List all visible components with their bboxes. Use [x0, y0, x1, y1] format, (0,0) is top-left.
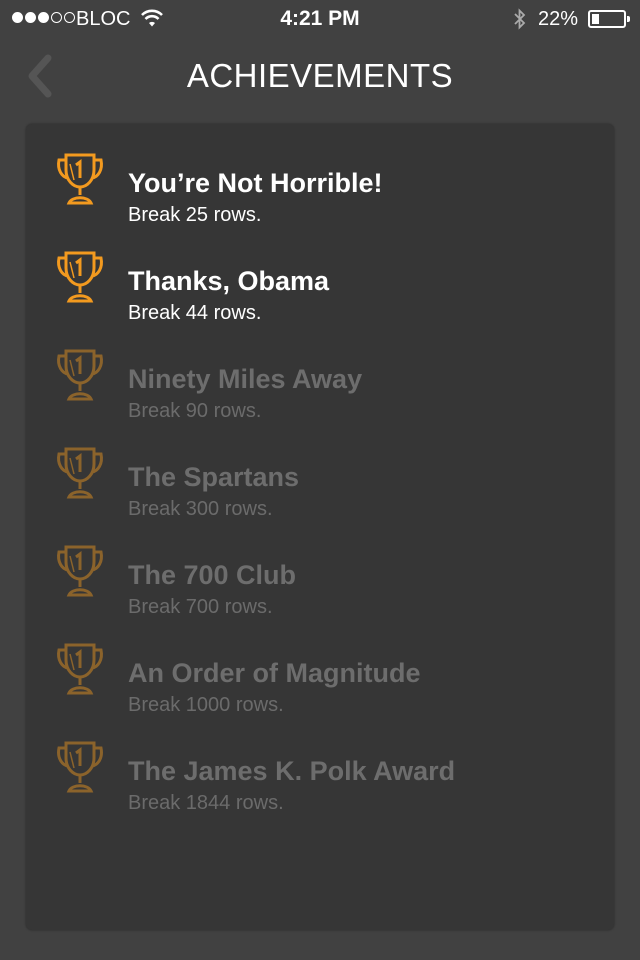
bluetooth-icon — [514, 8, 526, 30]
battery-percent: 22% — [538, 8, 579, 30]
achievement-item[interactable]: The James K. Polk Award Break 1844 rows. — [26, 728, 614, 818]
achievement-item[interactable]: The Spartans Break 300 rows. — [26, 434, 614, 524]
trophy-icon — [57, 153, 103, 205]
trophy-icon — [57, 251, 103, 303]
achievement-item[interactable]: An Order of Magnitude Break 1000 rows. — [26, 630, 614, 720]
battery-level — [592, 14, 599, 24]
achievement-item[interactable]: Thanks, Obama Break 44 rows. — [26, 238, 614, 328]
page-title: ACHIEVEMENTS — [186, 57, 454, 94]
achievements-list[interactable]: You’re Not Horrible! Break 25 rows. Thank… — [26, 124, 614, 930]
achievement-description: Break 1844 rows. — [128, 792, 284, 814]
achievement-description: Break 44 rows. — [128, 302, 262, 324]
achievement-item[interactable]: The 700 Club Break 700 rows. — [26, 532, 614, 622]
achievement-name: The James K. Polk Award — [128, 756, 456, 786]
achievement-description: Break 300 rows. — [128, 498, 273, 520]
achievement-name: Ninety Miles Away — [128, 364, 363, 394]
achievement-name: The 700 Club — [128, 560, 297, 590]
achievement-name: The Spartans — [128, 462, 300, 492]
trophy-icon — [57, 741, 103, 793]
achievement-description: Break 1000 rows. — [128, 694, 284, 716]
achievement-item[interactable]: You’re Not Horrible! Break 25 rows. — [26, 140, 614, 230]
achievement-name: An Order of Magnitude — [128, 658, 421, 688]
trophy-icon — [57, 545, 103, 597]
achievement-name: You’re Not Horrible! — [128, 168, 383, 198]
trophy-icon — [57, 349, 103, 401]
achievement-name: Thanks, Obama — [128, 266, 330, 296]
achievement-description: Break 90 rows. — [128, 400, 262, 422]
achievement-item[interactable]: Ninety Miles Away Break 90 rows. — [26, 336, 614, 426]
achievement-description: Break 700 rows. — [128, 596, 273, 618]
trophy-icon — [57, 447, 103, 499]
battery-icon — [588, 10, 630, 28]
achievement-description: Break 25 rows. — [128, 204, 262, 226]
trophy-icon — [57, 643, 103, 695]
status-bar: BLOC 4:21 PM 22% — [0, 0, 640, 40]
